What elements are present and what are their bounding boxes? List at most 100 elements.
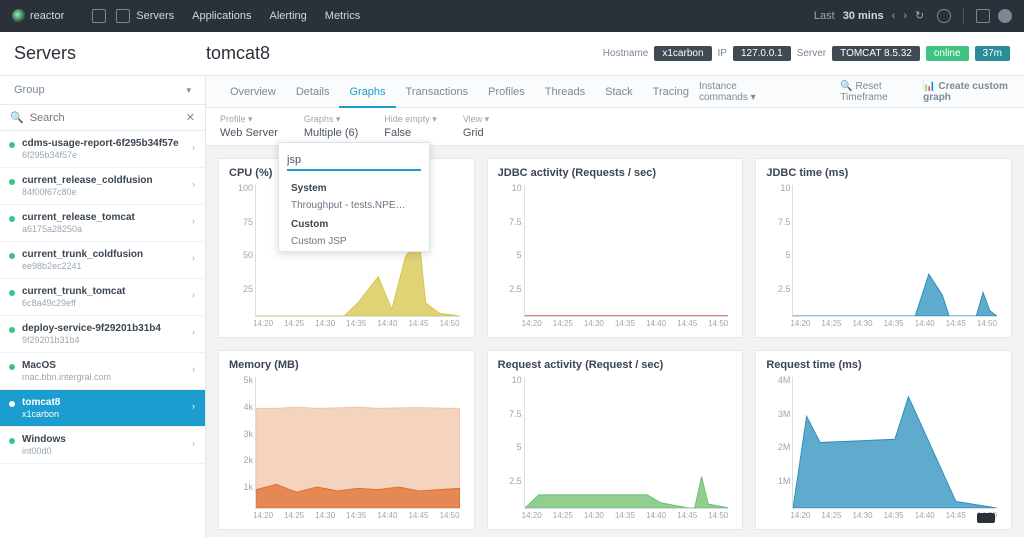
chart-title: JDBC activity (Requests / sec)	[498, 167, 733, 179]
server-item[interactable]: current_release_tomcata6175a28250a›	[0, 205, 205, 242]
logo-icon	[12, 9, 26, 23]
tab-tracing[interactable]: Tracing	[643, 76, 699, 108]
server-item[interactable]: cdms-usage-report-6f295b34f57e6f295b34f5…	[0, 131, 205, 168]
chevron-right-icon: ›	[192, 290, 195, 300]
legend-toggle-icon[interactable]	[977, 513, 995, 523]
nav-applications[interactable]: Applications	[192, 10, 251, 22]
filter-bar: Profile ▾ Web Server Graphs ▾ Multiple (…	[206, 108, 1024, 146]
chart-title: Request time (ms)	[766, 359, 1001, 371]
plot-area	[792, 185, 997, 317]
search-input[interactable]	[30, 112, 180, 124]
plot-area	[255, 377, 460, 509]
nav-alerting[interactable]: Alerting	[269, 10, 306, 22]
tabs-row: OverviewDetailsGraphsTransactionsProfile…	[206, 76, 1024, 108]
chart-body[interactable]: 4M3M2M1M14:2014:2514:3014:3514:4014:4514…	[766, 375, 1001, 525]
main-layout: Group ▾ 🔍 ✕ cdms-usage-report-6f295b34f5…	[0, 76, 1024, 537]
filter-view[interactable]: View ▾ Grid	[463, 114, 489, 139]
server-item[interactable]: tomcat8x1carbon›	[0, 390, 205, 427]
chart-body[interactable]: 5k4k3k2k1k14:2014:2514:3014:3514:4014:45…	[229, 375, 464, 525]
tab-graphs[interactable]: Graphs	[339, 76, 395, 108]
filter-hide-empty-label: Hide empty ▾	[384, 114, 437, 125]
group-selector[interactable]: Group ▾	[0, 76, 205, 105]
user-avatar[interactable]	[998, 9, 1012, 23]
ip-pill[interactable]: 127.0.0.1	[733, 46, 791, 61]
server-item[interactable]: Windowsint00d0›	[0, 427, 205, 464]
prev-icon[interactable]: ‹	[892, 10, 896, 22]
x-axis: 14:2014:2514:3014:3514:4014:4514:50	[253, 511, 460, 525]
filter-graphs[interactable]: Graphs ▾ Multiple (6)	[304, 114, 358, 139]
filter-view-label: View ▾	[463, 114, 489, 125]
filter-profile-label: Profile ▾	[220, 114, 278, 125]
tab-transactions[interactable]: Transactions	[396, 76, 479, 108]
server-name: current_release_tomcat	[22, 212, 193, 223]
chart-body[interactable]: 107.552.514:2014:2514:3014:3514:4014:451…	[766, 183, 1001, 333]
nav-servers[interactable]: Servers	[136, 10, 174, 22]
server-name: deploy-service-9f29201b31b4	[22, 323, 193, 334]
server-name: cdms-usage-report-6f295b34f57e	[22, 138, 193, 149]
next-icon[interactable]: ›	[903, 10, 907, 22]
timeframe-value[interactable]: 30 mins	[843, 10, 884, 22]
server-sub: int00d0	[22, 446, 193, 456]
page-header: Servers tomcat8 Hostname x1carbon IP 127…	[0, 32, 1024, 76]
dropdown-item-custom-jsp[interactable]: Custom JSP	[279, 232, 429, 251]
tab-threads[interactable]: Threads	[535, 76, 595, 108]
tab-stack-trace[interactable]: Stack trace	[595, 76, 643, 108]
header-tags: Hostname x1carbon IP 127.0.0.1 Server TO…	[603, 46, 1010, 61]
hostname-pill[interactable]: x1carbon	[654, 46, 711, 61]
divider	[963, 8, 964, 24]
uptime-pill: 37m	[975, 46, 1010, 61]
brand-logo[interactable]: reactor	[12, 9, 64, 23]
search-icon: 🔍	[10, 111, 24, 124]
status-dot-icon	[9, 401, 15, 407]
chart-body[interactable]: 107.552.514:2014:2514:3014:3514:4014:451…	[498, 375, 733, 525]
reset-timeframe[interactable]: 🔍 Reset Timeframe	[840, 81, 909, 103]
y-axis: 4M3M2M1M	[766, 375, 790, 509]
server-item[interactable]: current_trunk_tomcat6c8a49c29eff›	[0, 279, 205, 316]
settings-icon[interactable]	[976, 9, 990, 23]
server-name: current_trunk_tomcat	[22, 286, 193, 297]
server-sub: mac.bbn.intergral.com	[22, 372, 193, 382]
status-dot-icon	[9, 179, 15, 185]
content: OverviewDetailsGraphsTransactionsProfile…	[206, 76, 1024, 537]
chart-card: Request time (ms) 4M3M2M1M14:2014:2514:30…	[755, 350, 1012, 530]
clock-icon[interactable]	[937, 9, 951, 23]
chevron-right-icon: ›	[192, 142, 195, 152]
server-sub: a6175a28250a	[22, 224, 193, 234]
filter-profile[interactable]: Profile ▾ Web Server	[220, 114, 278, 139]
filter-graphs-value: Multiple (6)	[304, 127, 358, 139]
server-item[interactable]: current_release_coldfusion84f00f67c80e›	[0, 168, 205, 205]
tab-details[interactable]: Details	[286, 76, 340, 108]
server-item[interactable]: MacOSmac.bbn.intergral.com›	[0, 353, 205, 390]
server-item[interactable]: current_trunk_coldfusionee98b2ec2241›	[0, 242, 205, 279]
filter-profile-value: Web Server	[220, 127, 278, 139]
server-name: current_release_coldfusion	[22, 175, 193, 186]
server-name: tomcat8	[22, 397, 193, 408]
refresh-icon[interactable]: ↻	[915, 9, 929, 23]
server-item[interactable]: deploy-service-9f29201b31b49f29201b31b4›	[0, 316, 205, 353]
chart-icon[interactable]	[92, 9, 106, 23]
tab-profiles[interactable]: Profiles	[478, 76, 535, 108]
chart-body[interactable]: 107.552.514:2014:2514:3014:3514:4014:451…	[498, 183, 733, 333]
y-axis: 107.552.5	[766, 183, 790, 317]
dropdown-search-input[interactable]	[287, 151, 421, 171]
y-axis: 100755025	[229, 183, 253, 317]
nav-metrics[interactable]: Metrics	[325, 10, 360, 22]
dropdown-item-throughput[interactable]: Throughput - tests.NPE…	[279, 196, 429, 215]
top-nav: Servers Applications Alerting Metrics	[136, 10, 360, 22]
instance-commands[interactable]: Instance commands ▾	[699, 81, 772, 103]
chart-title: Request activity (Request / sec)	[498, 359, 733, 371]
filter-hide-empty[interactable]: Hide empty ▾ False	[384, 114, 437, 139]
tabs-right: Instance commands ▾ 🔍 Reset Timeframe 📊 …	[699, 81, 1010, 103]
x-axis: 14:2014:2514:3014:3514:4014:4514:50	[790, 319, 997, 333]
comment-icon[interactable]	[116, 9, 130, 23]
filter-graphs-label: Graphs ▾	[304, 114, 358, 125]
server-sub: 6c8a49c29eff	[22, 298, 193, 308]
sidebar-search: 🔍 ✕	[0, 105, 205, 131]
create-custom-graph[interactable]: 📊 Create custom graph	[923, 81, 1010, 103]
topbar-quick-icons	[92, 9, 130, 23]
topbar: reactor Servers Applications Alerting Me…	[0, 0, 1024, 32]
tab-overview[interactable]: Overview	[220, 76, 286, 108]
chart-title: Memory (MB)	[229, 359, 464, 371]
server-pill[interactable]: TOMCAT 8.5.32	[832, 46, 920, 61]
clear-icon[interactable]: ✕	[186, 111, 195, 124]
